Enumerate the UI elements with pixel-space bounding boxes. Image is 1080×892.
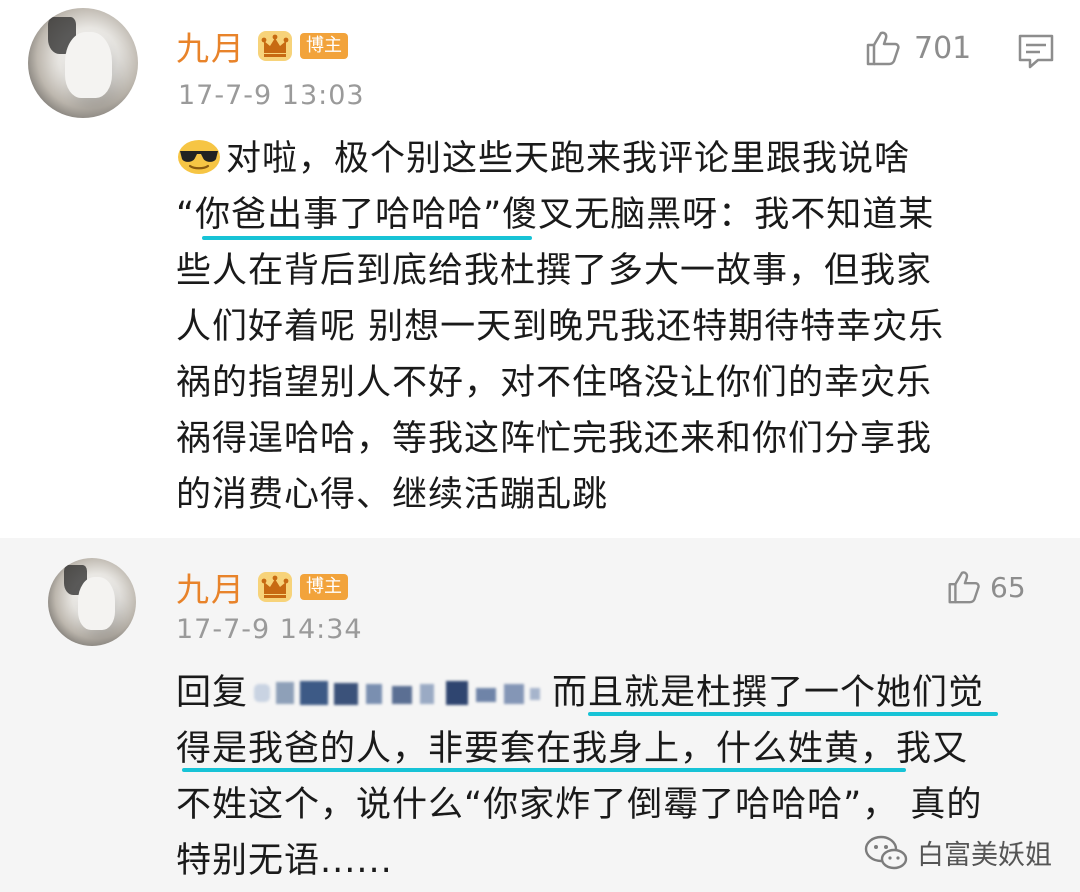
comment-header: 九月 博主 <box>176 22 348 70</box>
text-line: 得是我爸的人，非要套在我身上，什么姓黄，我又 <box>176 729 969 769</box>
comment-feed: 九月 博主 17-7-9 13:03 701 对啦，极个别这些天跑来我评论里跟我… <box>0 0 1080 892</box>
text-line: 些人在背后到底给我杜撰了多大一故事，但我家 <box>176 251 933 291</box>
username[interactable]: 九月 <box>176 22 246 70</box>
text-line: “你爸出事了哈哈哈”傻叉无脑黑呀：我不知道某 <box>176 195 935 235</box>
comment-text: 对啦，极个别这些天跑来我评论里跟我说啥 “你爸出事了哈哈哈”傻叉无脑黑呀：我不知… <box>176 130 1056 530</box>
wechat-icon <box>864 835 908 869</box>
text-line: 人们好着呢 别想一天到晚咒我还特期待特幸灾乐 <box>176 307 945 347</box>
reply-text: 而且就是杜撰了一个她们觉 <box>552 673 985 713</box>
watermark: 白富美妖姐 <box>863 833 1052 872</box>
comment-icon[interactable] <box>1016 32 1056 70</box>
timestamp: 17-7-9 13:03 <box>178 80 365 111</box>
comment-item: 九月 博主 17-7-9 14:34 65 回复 而且就是杜撰了一个她们觉 得是… <box>0 538 1080 892</box>
text-line: 不姓这个，说什么“你家炸了倒霉了哈哈哈”， 真的 <box>176 785 983 825</box>
timestamp: 17-7-9 14:34 <box>176 614 363 645</box>
text-line: 对啦，极个别这些天跑来我评论里跟我说啥 <box>176 130 910 181</box>
text-line: 的消费心得、继续活蹦乱跳 <box>176 475 609 515</box>
text-line: 祸的指望别人不好，对不住咯没让你们的幸灾乐 <box>176 363 933 403</box>
highlight-underline <box>202 236 532 240</box>
crown-icon <box>258 31 292 61</box>
comment-header: 九月 博主 <box>176 563 348 611</box>
blogger-badge: 博主 <box>300 574 348 600</box>
avatar[interactable] <box>48 558 136 646</box>
like-count: 701 <box>914 30 972 66</box>
like-button[interactable]: 65 <box>944 568 1026 606</box>
sunglasses-emoji <box>178 140 220 174</box>
blogger-badge: 博主 <box>300 33 348 59</box>
highlight-underline <box>588 712 998 716</box>
blurred-mention[interactable] <box>250 678 550 708</box>
text-line: 特别无语...... <box>176 841 393 881</box>
like-button[interactable]: 701 <box>862 28 971 68</box>
text-line-content: 对啦，极个别这些天跑来我评论里跟我说啥 <box>226 139 911 179</box>
text-line: 回复 而且就是杜撰了一个她们觉 <box>176 664 984 715</box>
username[interactable]: 九月 <box>176 563 246 611</box>
watermark-text: 白富美妖姐 <box>917 840 1052 871</box>
highlight-underline <box>182 768 906 772</box>
crown-icon <box>258 572 292 602</box>
thumbs-up-icon <box>948 571 980 604</box>
reply-prefix: 回复 <box>176 673 249 713</box>
avatar[interactable] <box>28 8 138 118</box>
comment-item: 九月 博主 17-7-9 13:03 701 对啦，极个别这些天跑来我评论里跟我… <box>0 0 1080 538</box>
thumbs-up-icon <box>866 31 900 66</box>
like-count: 65 <box>990 570 1026 604</box>
text-line: 祸得逞哈哈，等我这阵忙完我还来和你们分享我 <box>176 419 933 459</box>
